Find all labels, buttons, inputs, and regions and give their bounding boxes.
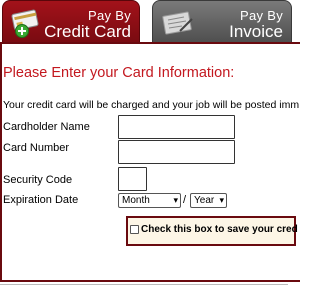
expiration-month-select[interactable]: Month ▾ [118,193,181,208]
tab-invoice-line1: Pay By [240,8,283,23]
tab-credit-line2: Credit Card [44,22,131,41]
charge-notice: Your credit card will be charged and you… [3,99,300,111]
tab-invoice-line2: Invoice [229,22,283,41]
cardholder-name-input[interactable] [118,115,235,139]
expiration-date-label: Expiration Date [3,194,79,206]
security-code-label: Security Code [3,174,73,186]
security-code-input[interactable] [118,167,147,191]
cardholder-name-label: Cardholder Name [3,121,90,133]
year-selected-value: Year [194,195,215,206]
save-card-checkbox[interactable] [130,225,139,234]
tab-credit-card[interactable]: Pay By Credit Card [2,0,140,43]
expiration-separator: / [183,194,187,206]
invoice-check-icon [162,11,193,35]
month-selected-value: Month [122,195,150,206]
tab-credit-line1: Pay By [88,8,131,23]
payment-tabs: Pay By Credit Card Pay By Invoice [0,0,292,43]
credit-card-add-icon [11,9,39,38]
chevron-down-icon: ▾ [219,195,224,205]
page-title: Please Enter your Card Information: [3,65,235,81]
card-number-input[interactable] [118,140,235,164]
divider [0,284,288,285]
expiration-year-select[interactable]: Year ▾ [190,193,227,208]
chevron-down-icon: ▾ [173,195,178,205]
save-card-label[interactable]: Check this box to save your cred [141,224,298,235]
tab-invoice[interactable]: Pay By Invoice [152,0,292,43]
card-number-label: Card Number [3,142,70,154]
